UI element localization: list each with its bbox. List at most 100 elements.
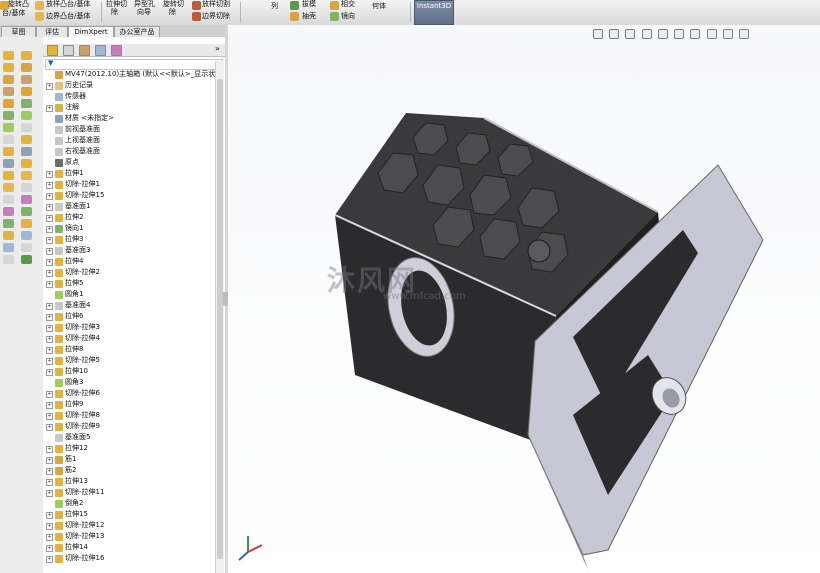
sketch-shortcut-icon[interactable]	[21, 231, 32, 240]
extrude-cut-label-2[interactable]: 除	[111, 8, 118, 16]
expand-toggle-icon[interactable]: +	[46, 523, 53, 530]
sketch-shortcut-icon[interactable]	[21, 255, 32, 264]
expand-toggle-icon[interactable]: +	[46, 347, 53, 354]
sketch-shortcut-icon[interactable]	[21, 75, 32, 84]
sketch-shortcut-icon[interactable]	[21, 219, 32, 228]
expand-toggle-icon[interactable]: +	[46, 534, 53, 541]
feature-shortcut-icon[interactable]	[3, 75, 14, 84]
reference-geometry-label[interactable]: 何体	[372, 2, 386, 10]
expand-toggle-icon[interactable]: +	[46, 325, 53, 332]
expand-toggle-icon[interactable]: +	[46, 182, 53, 189]
feature-shortcut-icon[interactable]	[3, 231, 14, 240]
expand-toggle-icon[interactable]: +	[46, 259, 53, 266]
boundary-cut-icon[interactable]	[192, 12, 201, 21]
ribbon-label-0[interactable]: 旋转凸	[8, 0, 29, 8]
intersect-icon[interactable]	[330, 1, 339, 10]
feature-shortcut-icon[interactable]	[3, 255, 14, 264]
sketch-shortcut-icon[interactable]	[21, 183, 32, 192]
expand-toggle-icon[interactable]: +	[46, 336, 53, 343]
expand-toggle-icon[interactable]: +	[46, 556, 53, 563]
revolve-cut-label[interactable]: 旋转切	[163, 0, 184, 8]
sketch-shortcut-icon[interactable]	[21, 243, 32, 252]
expand-toggle-icon[interactable]: +	[46, 248, 53, 255]
gearbox-housing-model[interactable]	[334, 113, 764, 570]
draft-icon[interactable]	[290, 1, 299, 10]
sketch-shortcut-icon[interactable]	[21, 99, 32, 108]
sketch-shortcut-icon[interactable]	[21, 135, 32, 144]
ribbon-label-1[interactable]: 台/基体	[2, 9, 25, 17]
tab-dimxpert[interactable]: DimXpert	[68, 26, 114, 37]
scrollbar-thumb[interactable]	[217, 79, 223, 559]
boundary-boss-icon[interactable]	[35, 12, 44, 21]
boundary-cut-label[interactable]: 边界切除	[202, 12, 230, 20]
expand-toggle-icon[interactable]: +	[46, 545, 53, 552]
expand-toggle-icon[interactable]: +	[46, 281, 53, 288]
feature-shortcut-icon[interactable]	[3, 51, 14, 60]
property-manager-tab-icon[interactable]	[63, 45, 74, 56]
revolve-cut-label-2[interactable]: 除	[169, 8, 176, 16]
feature-shortcut-icon[interactable]	[3, 243, 14, 252]
expand-toggle-icon[interactable]: +	[46, 204, 53, 211]
sketch-shortcut-icon[interactable]	[21, 123, 32, 132]
expand-toggle-icon[interactable]: +	[46, 226, 53, 233]
expand-toggle-icon[interactable]: +	[46, 314, 53, 321]
feature-shortcut-icon[interactable]	[3, 171, 14, 180]
loft-boss-icon[interactable]	[35, 1, 44, 10]
expand-toggle-icon[interactable]: +	[46, 479, 53, 486]
sketch-shortcut-icon[interactable]	[21, 111, 32, 120]
expand-toggle-icon[interactable]: +	[46, 446, 53, 453]
feature-shortcut-icon[interactable]	[3, 207, 14, 216]
feature-shortcut-icon[interactable]	[3, 111, 14, 120]
expand-toggle-icon[interactable]: +	[46, 424, 53, 431]
expand-toggle-icon[interactable]: +	[46, 303, 53, 310]
configuration-manager-tab-icon[interactable]	[79, 45, 90, 56]
hole-wizard-label[interactable]: 异型孔	[134, 0, 155, 8]
expand-toggle-icon[interactable]: +	[46, 413, 53, 420]
expand-toggle-icon[interactable]: +	[46, 457, 53, 464]
feature-shortcut-icon[interactable]	[3, 87, 14, 96]
expand-toggle-icon[interactable]: +	[46, 358, 53, 365]
hole-wizard-label-2[interactable]: 向导	[137, 8, 151, 16]
mirror-icon[interactable]	[330, 12, 339, 21]
draft-label[interactable]: 拔模	[302, 0, 316, 8]
expand-toggle-icon[interactable]: +	[46, 83, 53, 90]
boundary-boss-label[interactable]: 边界凸台/基体	[46, 12, 90, 20]
expand-toggle-icon[interactable]: +	[46, 270, 53, 277]
feature-shortcut-icon[interactable]	[3, 99, 14, 108]
sketch-shortcut-icon[interactable]	[21, 87, 32, 96]
feature-shortcut-icon[interactable]	[3, 195, 14, 204]
feature-tree-scrollbar[interactable]	[215, 61, 224, 573]
expand-toggle-icon[interactable]: +	[46, 512, 53, 519]
feature-shortcut-icon[interactable]	[3, 147, 14, 156]
pattern-label[interactable]: 列	[271, 2, 278, 10]
display-manager-tab-icon[interactable]	[111, 45, 122, 56]
feature-shortcut-icon[interactable]	[3, 183, 14, 192]
sketch-shortcut-icon[interactable]	[21, 171, 32, 180]
tab-evaluate[interactable]: 评估	[36, 26, 68, 37]
expand-panel-arrow-icon[interactable]: »	[215, 45, 220, 53]
sketch-shortcut-icon[interactable]	[21, 147, 32, 156]
graphics-viewport[interactable]: 沐风网 www.mfcad.com	[228, 25, 820, 573]
feature-shortcut-icon[interactable]	[3, 135, 14, 144]
feature-shortcut-icon[interactable]	[3, 123, 14, 132]
mirror-label[interactable]: 镜向	[341, 12, 355, 20]
feature-tree-tab-icon[interactable]	[47, 45, 58, 56]
shell-icon[interactable]	[290, 12, 299, 21]
expand-toggle-icon[interactable]: +	[46, 237, 53, 244]
expand-toggle-icon[interactable]: +	[46, 105, 53, 112]
instant3d-button[interactable]: Instant3D	[414, 0, 454, 25]
expand-toggle-icon[interactable]: +	[46, 468, 53, 475]
shell-label[interactable]: 抽壳	[302, 12, 316, 20]
dimxpert-manager-tab-icon[interactable]	[95, 45, 106, 56]
sketch-shortcut-icon[interactable]	[21, 63, 32, 72]
tab-office-products[interactable]: 办公室产品	[114, 26, 160, 37]
sketch-shortcut-icon[interactable]	[21, 51, 32, 60]
expand-toggle-icon[interactable]: +	[46, 490, 53, 497]
sketch-shortcut-icon[interactable]	[21, 207, 32, 216]
tab-sketch[interactable]: 草图	[1, 26, 36, 37]
expand-toggle-icon[interactable]: +	[46, 215, 53, 222]
feature-shortcut-icon[interactable]	[3, 63, 14, 72]
loft-cut-label[interactable]: 放样切割	[202, 0, 230, 8]
expand-toggle-icon[interactable]: +	[46, 369, 53, 376]
expand-toggle-icon[interactable]: +	[46, 391, 53, 398]
